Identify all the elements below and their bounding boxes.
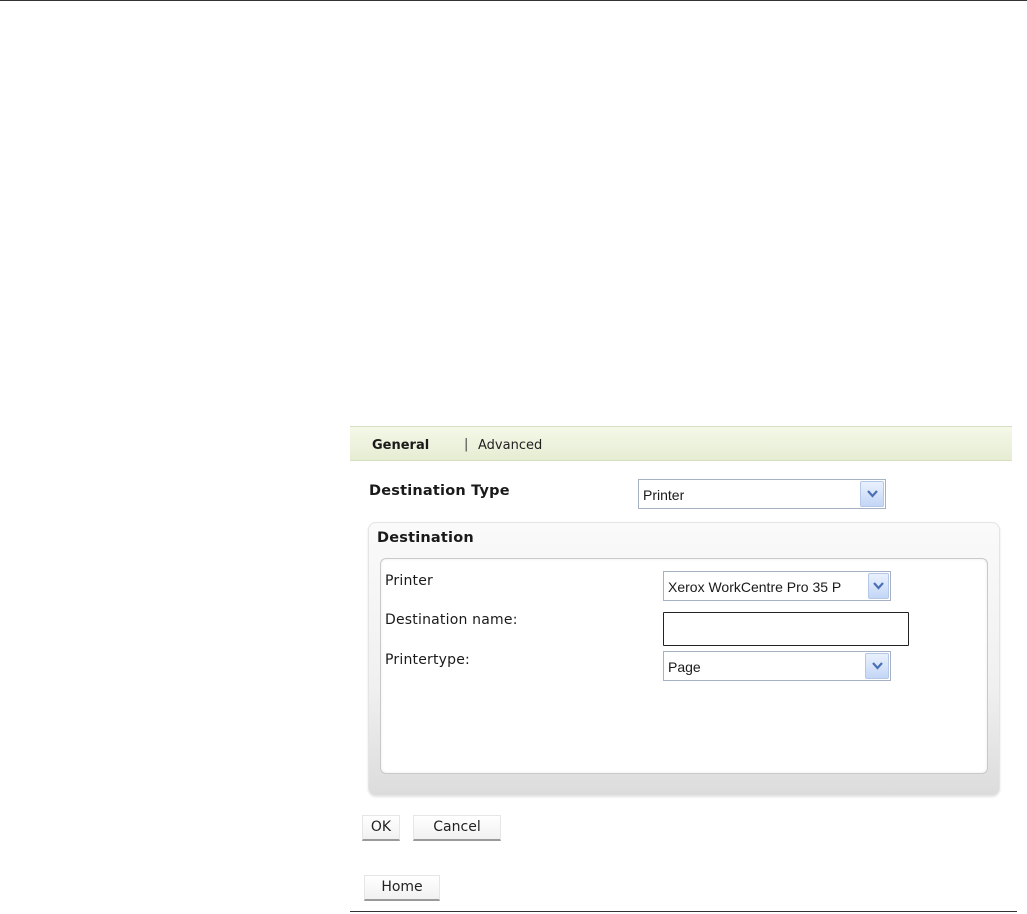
home-button[interactable]: Home [364, 875, 440, 901]
destination-type-label: Destination Type [369, 483, 510, 499]
printer-value: Xerox WorkCentre Pro 35 P [668, 579, 842, 595]
chevron-down-icon[interactable] [868, 573, 889, 599]
destination-type-value: Printer [643, 487, 685, 503]
destination-name-input[interactable] [663, 612, 909, 646]
top-divider [0, 0, 1027, 1]
destination-type-select[interactable]: Printer [638, 479, 886, 509]
chevron-down-icon[interactable] [865, 653, 889, 679]
destination-name-label: Destination name: [385, 612, 518, 628]
destination-settings-panel: General | Advanced Destination Type Prin… [350, 426, 1017, 912]
printertype-label: Printertype: [385, 652, 470, 668]
chevron-down-icon[interactable] [860, 481, 884, 507]
printer-select[interactable]: Xerox WorkCentre Pro 35 P [663, 571, 891, 601]
printer-label: Printer [385, 573, 433, 589]
tab-separator: | [464, 437, 469, 452]
cancel-button[interactable]: Cancel [413, 815, 501, 841]
ok-button[interactable]: OK [362, 815, 400, 841]
page: General | Advanced Destination Type Prin… [0, 0, 1027, 914]
bottom-divider [350, 911, 1017, 912]
tab-advanced[interactable]: Advanced [478, 438, 542, 453]
printertype-value: Page [668, 659, 701, 675]
tab-general[interactable]: General [372, 438, 429, 453]
tab-bar: General | Advanced [350, 426, 1012, 461]
destination-group-title: Destination [377, 530, 474, 546]
printertype-select[interactable]: Page [663, 651, 891, 681]
